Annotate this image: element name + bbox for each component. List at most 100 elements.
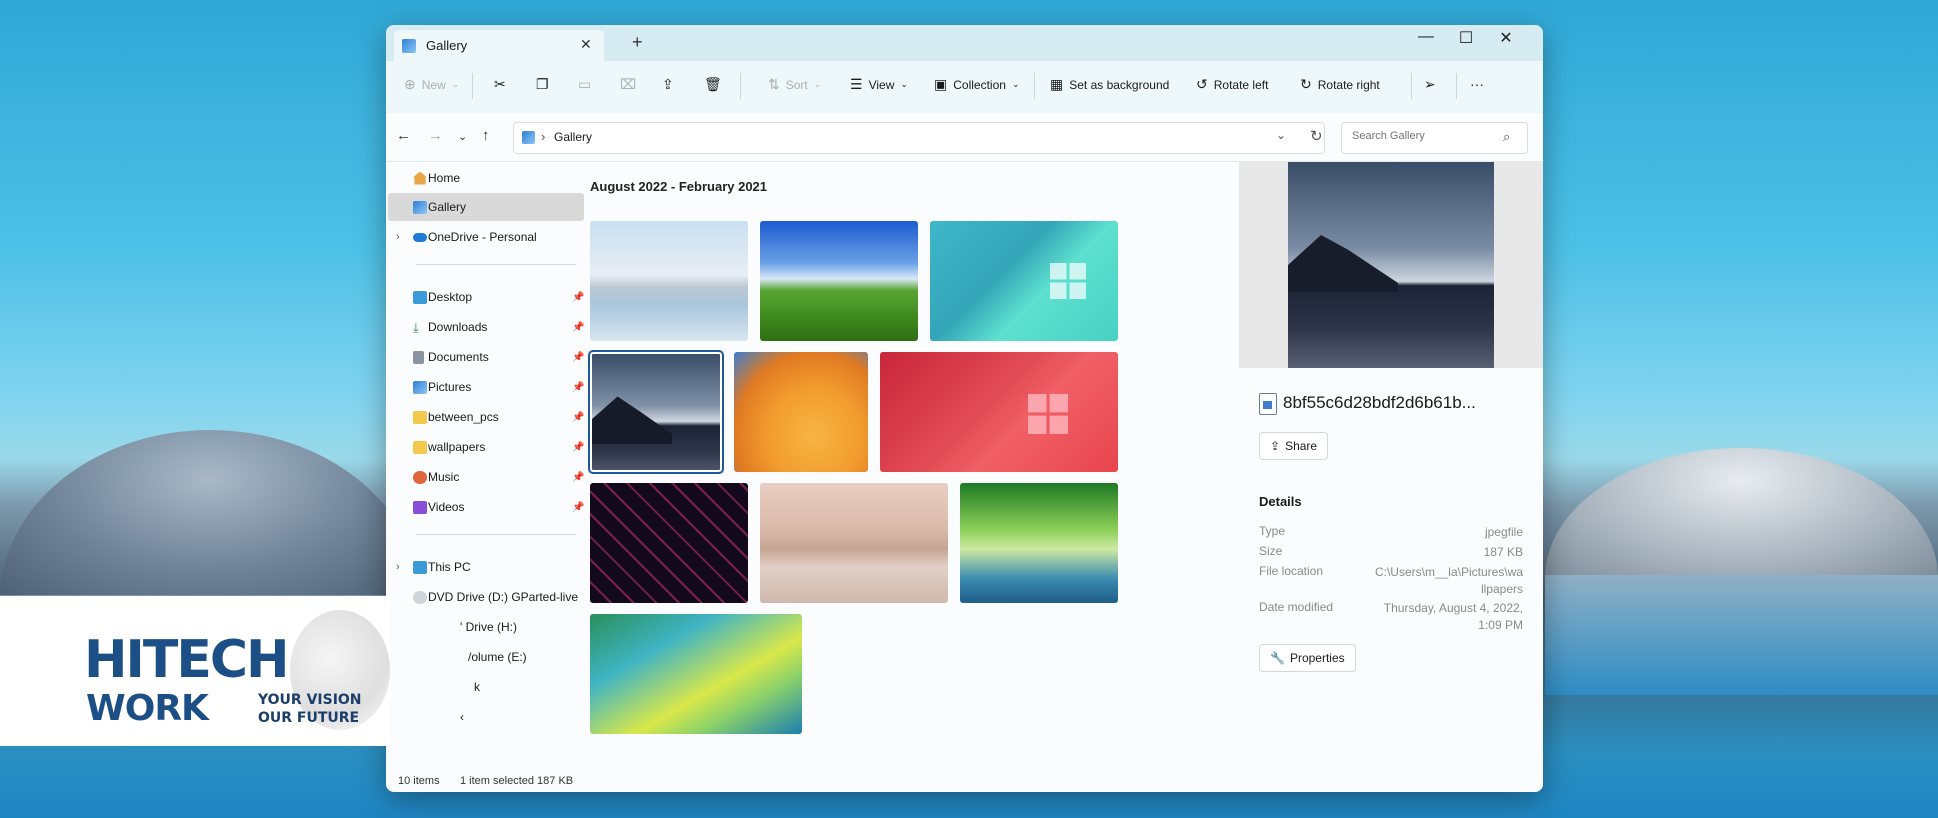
mountain-shape [592, 396, 672, 444]
plus-circle-icon: ⊕ [404, 76, 416, 92]
home-icon [413, 171, 427, 185]
sidebar-item-linux[interactable]: ‹ [388, 703, 584, 731]
sidebar-item-this-pc[interactable]: › This PC [388, 553, 584, 581]
breadcrumb-chevron-icon: › [541, 129, 546, 144]
pin-icon[interactable]: 📌 [572, 322, 584, 333]
rotate-right-button[interactable]: ↻ Rotate right [1300, 76, 1380, 93]
new-button[interactable]: ⊕ New ⌄ [404, 76, 459, 93]
gallery-thumbnail[interactable] [590, 221, 748, 341]
gallery-thumbnail-selected[interactable] [588, 350, 724, 474]
view-icon: ☰ [850, 76, 863, 92]
properties-label: Properties [1289, 651, 1345, 665]
sidebar-item-label: k [474, 680, 480, 694]
detail-value-location: C:\Users\m__la\Pictures\wallpapers [1374, 565, 1523, 596]
windows-logo-icon [1028, 394, 1068, 434]
set-as-background-button[interactable]: ▦ Set as background [1050, 76, 1169, 93]
more-icon: ··· [1470, 76, 1484, 92]
mountain-shape [1288, 235, 1398, 292]
share-button[interactable]: ⇪ Share [1259, 432, 1329, 460]
detail-value-size: 187 KB [1483, 545, 1523, 559]
tab-gallery[interactable]: Gallery ✕ [394, 30, 604, 61]
sidebar-item-gallery[interactable]: Gallery [388, 193, 584, 221]
chevron-right-icon[interactable]: › [396, 231, 400, 243]
more-options-button[interactable]: ··· [1470, 76, 1484, 92]
minimize-button[interactable]: — [1406, 28, 1446, 46]
cut-button[interactable]: ✂ [494, 76, 506, 93]
gallery-thumbnail[interactable] [930, 221, 1118, 341]
gallery-thumbnail[interactable] [760, 483, 948, 603]
chevron-down-icon: ⌄ [1011, 79, 1020, 89]
back-button[interactable]: ← [396, 127, 411, 144]
sidebar-item-label: /olume (E:) [468, 650, 527, 664]
tab-close-icon[interactable]: ✕ [580, 36, 592, 53]
scissors-icon: ✂ [494, 76, 506, 92]
chevron-right-icon[interactable]: › [396, 561, 400, 573]
gallery-thumbnail[interactable] [880, 352, 1118, 472]
chevron-down-icon: ⌄ [900, 79, 908, 89]
video-icon [413, 500, 427, 514]
sidebar-item-videos[interactable]: Videos 📌 [388, 493, 584, 521]
sidebar-item-volume-e[interactable]: /olume (E:) [388, 643, 584, 671]
up-button[interactable]: ↑ [482, 127, 490, 144]
sidebar-item-network-k[interactable]: k [388, 673, 584, 701]
folder-icon [413, 410, 427, 424]
properties-button[interactable]: 🔧 Properties [1259, 644, 1356, 672]
pin-icon[interactable]: 📌 [572, 352, 584, 363]
pin-icon[interactable]: 📌 [572, 412, 584, 423]
file-name: 8bf55c6d28bdf2d6b61b... [1283, 393, 1476, 412]
sidebar-item-wallpapers[interactable]: wallpapers 📌 [388, 433, 584, 461]
sidebar-item-drive-h[interactable]: ' Drive (H:) [388, 613, 584, 641]
sidebar-item-between-pcs[interactable]: between_pcs 📌 [388, 403, 584, 431]
search-input[interactable] [1350, 129, 1494, 143]
pin-icon[interactable]: 📌 [572, 442, 584, 453]
new-tab-button[interactable]: + [632, 32, 643, 53]
maximize-button[interactable]: ☐ [1446, 28, 1486, 48]
view-button[interactable]: ☰ View ⌄ [850, 76, 908, 93]
toolbar-divider [472, 73, 473, 99]
sidebar-item-label: Music [428, 470, 460, 484]
close-window-button[interactable]: ✕ [1486, 28, 1526, 48]
sidebar-item-home[interactable]: Home [388, 164, 584, 192]
sidebar-item-desktop[interactable]: Desktop 📌 [388, 283, 584, 311]
breadcrumb-gallery[interactable]: Gallery [554, 130, 592, 144]
sidebar-item-downloads[interactable]: ⤓ Downloads 📌 [388, 313, 584, 341]
rotate-left-button[interactable]: ↺ Rotate left [1196, 76, 1268, 93]
sort-button[interactable]: ⇅ Sort ⌄ [768, 76, 821, 93]
recent-locations-button[interactable]: ⌄ [458, 130, 467, 143]
sort-icon: ⇅ [768, 76, 780, 92]
sidebar-item-documents[interactable]: Documents 📌 [388, 343, 584, 371]
address-bar[interactable]: › Gallery ⌄ [513, 122, 1325, 154]
sidebar-item-dvd-drive[interactable]: DVD Drive (D:) GParted-live [388, 583, 584, 611]
gallery-thumbnail[interactable] [960, 483, 1118, 603]
sidebar-item-music[interactable]: Music 📌 [388, 463, 584, 491]
collection-button[interactable]: ▣ Collection ⌄ [934, 76, 1019, 93]
search-box[interactable]: ⌕ [1341, 122, 1528, 154]
refresh-icon[interactable]: ↻ [1310, 127, 1323, 145]
share-button[interactable]: ⇪ [662, 76, 674, 93]
gallery-thumbnail[interactable] [590, 483, 748, 603]
document-icon [413, 350, 424, 364]
paste-button[interactable]: ▭ [578, 76, 591, 93]
sidebar-item-onedrive[interactable]: › OneDrive - Personal [388, 223, 584, 251]
detail-key-location: File location [1259, 564, 1324, 578]
sidebar-item-pictures[interactable]: Pictures 📌 [388, 373, 584, 401]
copy-button[interactable]: ❐ [536, 76, 549, 93]
gallery-thumbnail[interactable] [734, 352, 868, 472]
gallery-thumbnail[interactable] [590, 614, 802, 734]
rename-button[interactable]: ⌧ [620, 76, 636, 93]
pin-icon[interactable]: 📌 [572, 472, 584, 483]
gallery-thumbnail[interactable] [760, 221, 918, 341]
pin-icon[interactable]: 📌 [572, 292, 584, 303]
send-icon: ➢ [1424, 76, 1436, 92]
music-icon [413, 470, 427, 484]
send-to-button[interactable]: ➢ [1424, 76, 1436, 93]
chevron-down-icon[interactable]: ⌄ [1276, 128, 1286, 142]
command-bar: ⊕ New ⌄ ✂ ❐ ▭ ⌧ ⇪ 🗑 ⇅ Sort ⌄ ☰ View ⌄ ▣ … [386, 61, 1543, 114]
forward-button[interactable]: → [428, 127, 443, 144]
pin-icon[interactable]: 📌 [572, 382, 584, 393]
pin-icon[interactable]: 📌 [572, 502, 584, 513]
search-icon: ⌕ [1503, 129, 1511, 144]
date-group-heading: August 2022 - February 2021 [590, 179, 768, 194]
delete-button[interactable]: 🗑 [704, 76, 722, 93]
toolbar-divider [740, 73, 741, 99]
